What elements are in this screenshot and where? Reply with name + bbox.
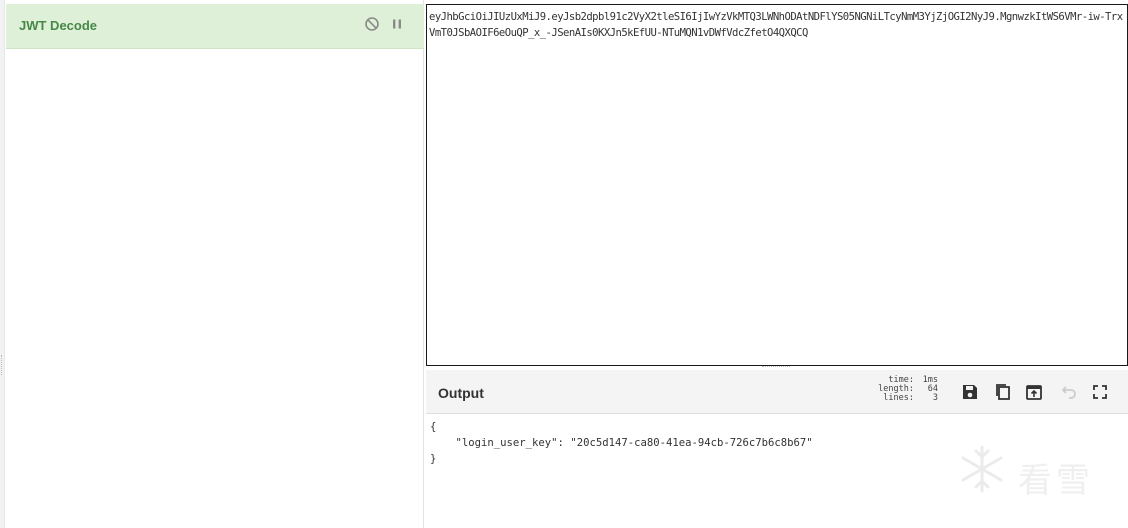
snowflake-icon: [961, 445, 1003, 493]
copy-icon[interactable]: [993, 382, 1013, 402]
output-stats: time: 1ms length: 64 lines: 3: [866, 376, 938, 403]
output-text[interactable]: { "login_user_key": "20c5d147-ca80-41ea-…: [430, 419, 813, 467]
recipe-panel: JWT Decode: [0, 0, 424, 528]
output-area[interactable]: { "login_user_key": "20c5d147-ca80-41ea-…: [426, 415, 1128, 528]
input-textarea[interactable]: eyJhbGciOiJIUzUxMiJ9.eyJsb2dpbl91c2VyX2t…: [426, 4, 1128, 366]
panel-resize-handle[interactable]: [1, 355, 4, 375]
io-resize-handle[interactable]: [762, 366, 790, 369]
operation-title: JWT Decode: [19, 18, 98, 33]
input-text[interactable]: eyJhbGciOiJIUzUxMiJ9.eyJsb2dpbl91c2VyX2t…: [429, 9, 1123, 41]
lines-label: lines:: [883, 393, 914, 403]
replace-input-icon[interactable]: [1024, 382, 1044, 402]
output-header: Output time: 1ms length: 64 lines: 3: [426, 370, 1128, 414]
maximize-icon[interactable]: [1090, 382, 1110, 402]
disable-icon[interactable]: [363, 16, 381, 34]
recipe-operation-jwt-decode[interactable]: JWT Decode: [6, 4, 424, 49]
pause-icon[interactable]: [388, 16, 406, 34]
lines-value: 3: [932, 393, 938, 403]
save-icon[interactable]: [960, 382, 980, 402]
undo-icon[interactable]: [1058, 382, 1078, 402]
output-title: Output: [438, 385, 484, 401]
recipe-panel-edge: [0, 0, 5, 528]
watermark-text: 看雪: [1018, 461, 1094, 501]
watermark: 看雪: [956, 443, 1116, 503]
